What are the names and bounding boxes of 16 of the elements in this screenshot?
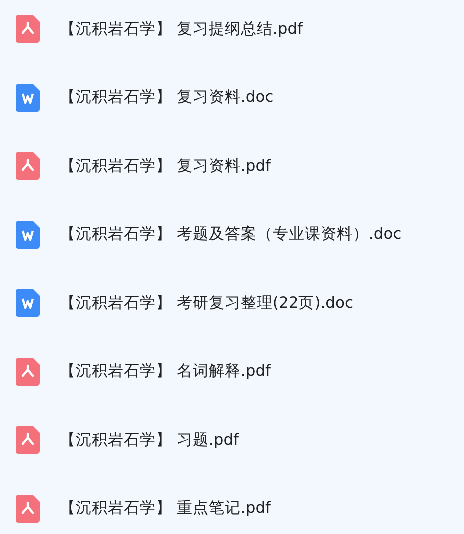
file-name[interactable]: 【沉积岩石学】 复习资料.pdf [60,156,271,177]
pdf-file-icon[interactable] [16,15,40,44]
file-name[interactable]: 【沉积岩石学】 复习提纲总结.pdf [60,18,303,40]
pdf-file-icon[interactable] [16,494,40,523]
file-name[interactable]: 【沉积岩石学】 复习资料.doc [60,87,274,108]
word-file-icon[interactable] [16,84,40,112]
file-name[interactable]: 【沉积岩石学】 重点笔记.pdf [60,498,271,520]
pdf-file-icon[interactable] [16,426,40,454]
file-name[interactable]: 【沉积岩石学】 名词解释.pdf [60,361,271,382]
file-name[interactable]: 【沉积岩石学】 考研复习整理(22页).doc [60,292,354,314]
file-name[interactable]: 【沉积岩石学】 考题及答案（专业课资料）.doc [60,224,402,246]
word-file-icon[interactable] [16,289,40,318]
pdf-file-icon[interactable] [16,358,40,386]
word-file-icon[interactable] [16,220,40,249]
pdf-file-icon[interactable] [16,152,40,180]
file-name[interactable]: 【沉积岩石学】 习题.pdf [60,430,239,451]
